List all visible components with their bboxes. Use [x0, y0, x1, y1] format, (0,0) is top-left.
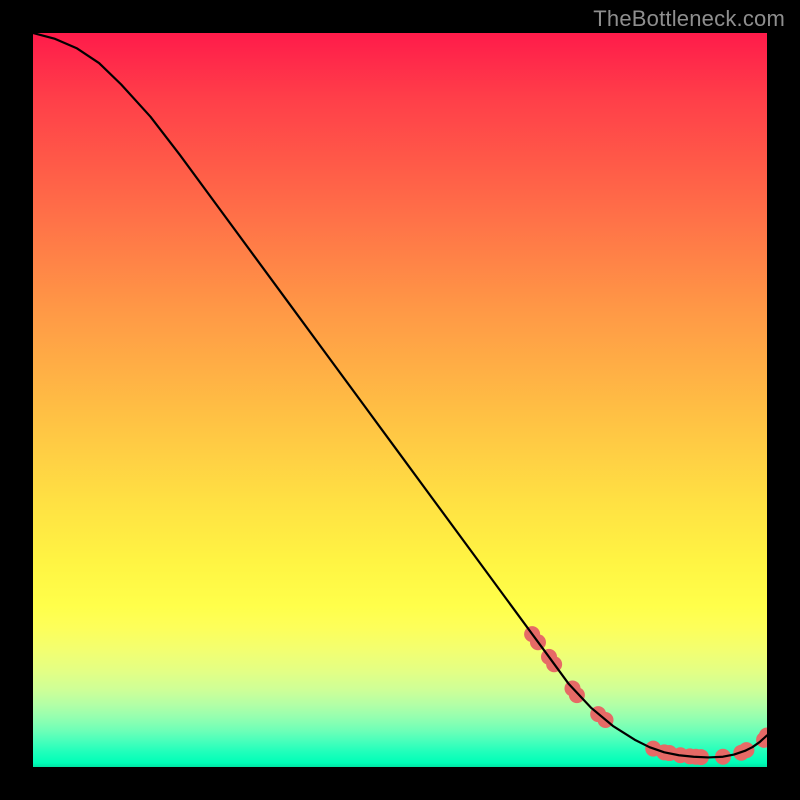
curve-line	[33, 33, 767, 757]
data-point	[693, 749, 709, 765]
data-point	[756, 732, 767, 748]
chart-overlay-svg	[33, 33, 767, 767]
data-point	[672, 747, 688, 763]
data-point	[688, 749, 704, 765]
data-point	[738, 742, 754, 758]
watermark-text: TheBottleneck.com	[593, 6, 785, 32]
data-point	[656, 744, 672, 760]
data-point	[530, 634, 546, 650]
data-point	[661, 745, 677, 761]
data-point	[546, 656, 562, 672]
data-point	[733, 745, 749, 761]
data-point	[645, 741, 661, 757]
chart-stage: TheBottleneck.com	[0, 0, 800, 800]
data-point	[682, 748, 698, 764]
data-point	[759, 727, 767, 743]
data-point	[590, 706, 606, 722]
data-point	[564, 680, 580, 696]
data-point	[569, 687, 585, 703]
data-point	[541, 649, 557, 665]
data-point	[715, 749, 731, 765]
data-point	[598, 712, 614, 728]
gradient-plot-area	[33, 33, 767, 767]
data-markers	[524, 626, 767, 765]
data-point	[524, 626, 540, 642]
